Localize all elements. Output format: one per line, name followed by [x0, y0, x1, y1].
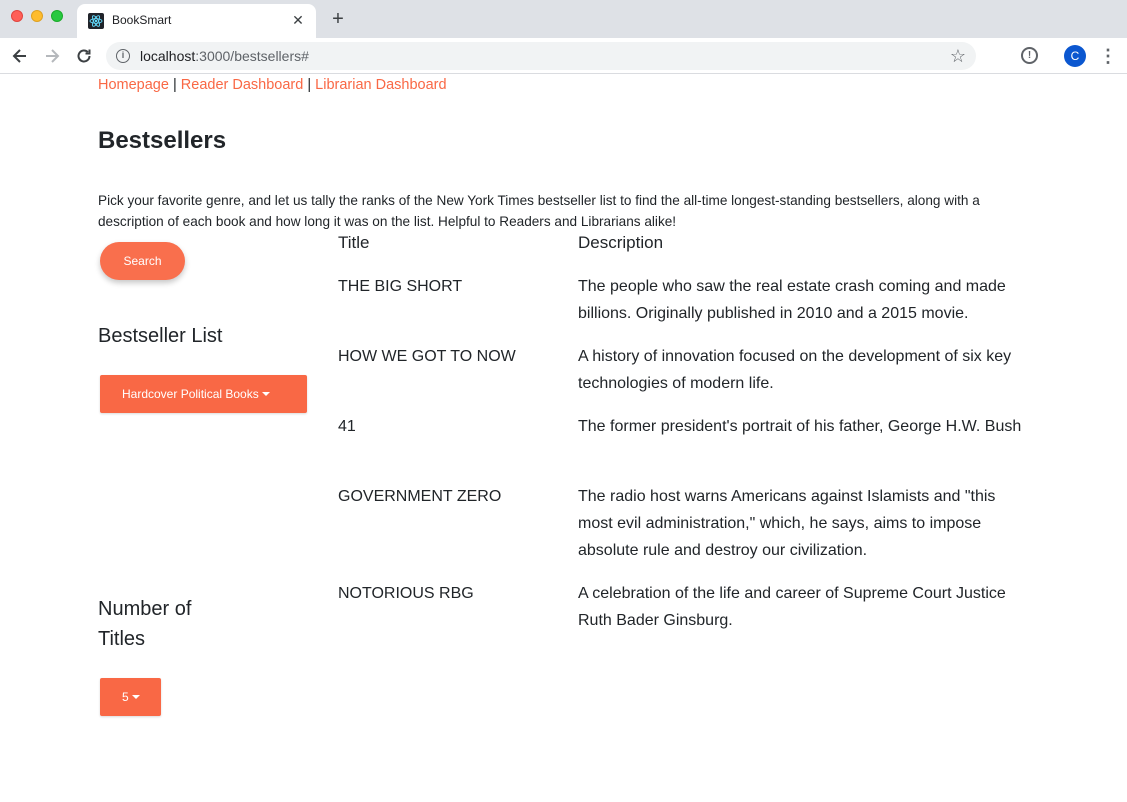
number-of-titles-label: Number of Titles — [98, 598, 192, 650]
browser-tab[interactable]: BookSmart ✕ — [77, 4, 316, 38]
window-minimize-button[interactable] — [31, 10, 43, 22]
column-header-description: Description — [578, 233, 664, 252]
window-maximize-button[interactable] — [51, 10, 63, 22]
browser-toolbar: i localhost:3000/bestsellers# ☆ ! C ⋮ — [0, 38, 1127, 74]
new-tab-icon[interactable]: + — [328, 9, 348, 29]
window-close-button[interactable] — [11, 10, 23, 22]
caret-down-icon — [261, 392, 270, 396]
nav-link-homepage[interactable]: Homepage — [98, 77, 169, 93]
top-navigation: Homepage | Reader Dashboard | Librarian … — [98, 77, 447, 93]
book-description: The people who saw the real estate crash… — [578, 278, 1006, 322]
caret-down-icon — [131, 695, 140, 699]
url-path: :3000/bestsellers# — [195, 48, 309, 64]
url-text[interactable]: localhost:3000/bestsellers# — [140, 48, 309, 64]
back-arrow-icon[interactable] — [9, 45, 31, 67]
url-host: localhost — [140, 48, 196, 64]
title-count-value: 5 — [122, 690, 129, 704]
nav-separator: | — [307, 77, 312, 93]
search-button[interactable]: Search — [100, 242, 185, 280]
book-description: A celebration of the life and career of … — [578, 585, 1006, 629]
book-description: The former president's portrait of his f… — [578, 418, 1022, 435]
profile-avatar[interactable]: C — [1064, 45, 1086, 67]
book-title: 41 — [338, 418, 356, 435]
title-count-dropdown[interactable]: 5 — [100, 678, 161, 716]
intro-text: Pick your favorite genre, and let us tal… — [98, 193, 980, 229]
book-title: NOTORIOUS RBG — [338, 585, 474, 602]
nav-separator: | — [172, 77, 177, 93]
extension-icon[interactable]: ! — [1021, 47, 1038, 64]
bookmark-star-icon[interactable]: ☆ — [950, 46, 966, 66]
genre-dropdown-value: Hardcover Political Books — [122, 387, 259, 401]
book-title: HOW WE GOT TO NOW — [338, 348, 516, 365]
reload-icon[interactable] — [73, 45, 95, 67]
column-header-title: Title — [338, 233, 370, 252]
site-info-icon[interactable]: i — [116, 49, 130, 63]
forward-arrow-icon[interactable] — [41, 45, 63, 67]
nav-link-librarian-dashboard[interactable]: Librarian Dashboard — [315, 77, 446, 93]
book-title: THE BIG SHORT — [338, 278, 463, 295]
react-logo-icon — [88, 13, 104, 29]
book-description: A history of innovation focused on the d… — [578, 348, 1012, 392]
close-tab-icon[interactable]: ✕ — [289, 11, 307, 29]
address-bar[interactable]: i localhost:3000/bestsellers# ☆ — [106, 42, 976, 70]
page-content: Homepage | Reader Dashboard | Librarian … — [0, 75, 1127, 802]
genre-dropdown[interactable]: Hardcover Political Books — [100, 375, 307, 413]
browser-tabstrip: BookSmart ✕ + — [0, 0, 1127, 38]
tab-title: BookSmart — [112, 13, 172, 27]
page-title: Bestsellers — [98, 127, 227, 154]
nav-link-reader-dashboard[interactable]: Reader Dashboard — [181, 77, 304, 93]
book-description: The radio host warns Americans against I… — [578, 488, 996, 559]
book-title: GOVERNMENT ZERO — [338, 488, 502, 505]
bestseller-list-label: Bestseller List — [98, 325, 223, 347]
kebab-menu-icon[interactable]: ⋮ — [1099, 46, 1117, 66]
